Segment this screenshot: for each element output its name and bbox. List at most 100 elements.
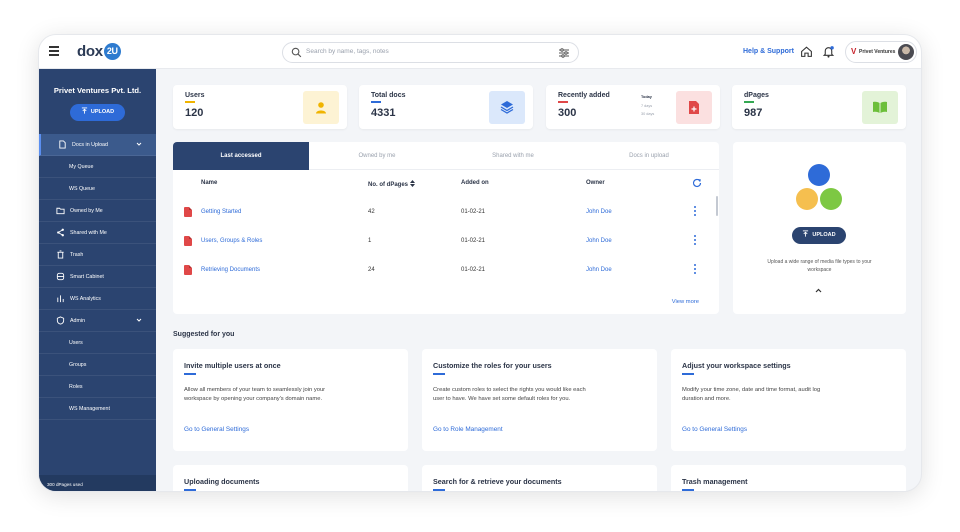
menu-icon[interactable]	[49, 46, 59, 56]
stat-value: 4331	[371, 107, 396, 119]
upload-button[interactable]: UPLOAD	[792, 227, 846, 244]
more-options-icon[interactable]	[694, 206, 697, 218]
pdf-file-icon	[184, 265, 192, 275]
suggestion-title: Uploading documents	[184, 477, 260, 486]
stat-label: Recently added	[558, 92, 610, 99]
refresh-icon[interactable]	[692, 178, 702, 188]
sidebar-item-roles[interactable]: Roles	[39, 376, 156, 398]
filter-icon[interactable]	[558, 47, 570, 59]
column-header-owner[interactable]: Owner	[586, 180, 605, 186]
tab-last-accessed[interactable]: Last accessed	[173, 142, 309, 170]
sidebar-item-ws-management[interactable]: WS Management	[39, 398, 156, 420]
suggestion-underline	[184, 489, 196, 491]
sort-icon[interactable]	[410, 180, 416, 187]
table-row[interactable]: Retrieving Documents 24 01-02-21 John Do…	[173, 256, 719, 285]
suggestion-title: Adjust your workspace settings	[682, 361, 791, 370]
period-today[interactable]: Today	[641, 95, 652, 99]
stat-value: 987	[744, 107, 763, 119]
stat-card-dpages[interactable]: dPages 987	[732, 85, 906, 129]
column-header-added-on[interactable]: Added on	[461, 180, 489, 186]
stat-card-total-docs[interactable]: Total docs 4331	[359, 85, 533, 129]
document-name-link[interactable]: Retrieving Documents	[201, 267, 260, 273]
upload-button-label: UPLOAD	[812, 232, 836, 238]
stat-card-users[interactable]: Users 120	[173, 85, 347, 129]
sidebar-item-admin[interactable]: Admin	[39, 310, 156, 332]
sidebar-item-owned-by-me[interactable]: Owned by Me	[39, 200, 156, 222]
sidebar-item-my-queue[interactable]: My Queue	[39, 156, 156, 178]
bell-icon[interactable]	[822, 45, 835, 58]
sidebar-item-label: Owned by Me	[70, 208, 103, 214]
search-bar[interactable]: Search by name, tags, notes	[282, 42, 579, 63]
tab-owned-by-me[interactable]: Owned by me	[309, 142, 445, 170]
table-row[interactable]: Getting Started 42 01-02-21 John Doe	[173, 198, 719, 227]
suggestion-underline	[433, 489, 445, 491]
column-header-dpages[interactable]: No. of dPages	[368, 180, 416, 188]
sidebar-org-name: Privet Ventures Pvt. Ltd.	[53, 86, 142, 95]
stat-underline	[558, 101, 568, 103]
view-more-link[interactable]: View more	[672, 299, 699, 305]
documents-tabs: Last accessed Owned by me Shared with me…	[173, 142, 719, 170]
suggestion-title: Invite multiple users at once	[184, 361, 281, 370]
home-icon[interactable]	[800, 45, 813, 58]
sidebar-upload-button[interactable]: UPLOAD	[70, 104, 125, 121]
sidebar-item-groups[interactable]: Groups	[39, 354, 156, 376]
period-7-days[interactable]: 7 days	[641, 104, 652, 108]
shield-icon	[56, 316, 65, 325]
media-illustration-yellow	[796, 188, 818, 210]
sidebar-item-ws-analytics[interactable]: WS Analytics	[39, 288, 156, 310]
sidebar-item-label: Docs in Upload	[72, 142, 108, 148]
document-added-on: 01-02-21	[461, 238, 486, 244]
chevron-down-icon[interactable]	[136, 317, 142, 323]
sidebar-item-label: Trash	[70, 252, 84, 258]
sidebar-item-smart-cabinet[interactable]: Smart Cabinet	[39, 266, 156, 288]
sidebar-item-label: WS Management	[69, 406, 110, 412]
document-name-link[interactable]: Users, Groups & Roles	[201, 238, 262, 244]
chevron-down-icon[interactable]	[136, 141, 142, 147]
tab-docs-in-upload[interactable]: Docs in upload	[581, 142, 717, 170]
stat-label: Total docs	[371, 92, 406, 99]
stat-icon-box	[862, 91, 898, 124]
sidebar-item-docs-in-upload[interactable]: Docs in Upload	[39, 134, 156, 156]
column-header-name[interactable]: Name	[201, 180, 217, 186]
suggestion-card-trash-management: Trash management	[671, 465, 906, 491]
org-switcher[interactable]: V Privet Ventures	[845, 41, 917, 63]
document-added-on: 01-02-21	[461, 209, 486, 215]
go-to-role-management-link[interactable]: Go to Role Management	[433, 426, 503, 433]
app-logo[interactable]: dox 2U	[77, 43, 121, 60]
document-dpages: 42	[368, 209, 375, 215]
period-30-days[interactable]: 30 days	[641, 112, 654, 116]
sidebar-item-label: Roles	[69, 384, 83, 390]
stat-card-recently-added[interactable]: Recently added 300 Today 7 days 30 days	[546, 85, 720, 129]
go-to-general-settings-link[interactable]: Go to General Settings	[682, 426, 747, 433]
stat-label: Users	[185, 92, 205, 99]
chevron-up-icon[interactable]	[815, 288, 822, 293]
sidebar-item-trash[interactable]: Trash	[39, 244, 156, 266]
app-window: dox 2U Search by name, tags, notes Help &…	[38, 34, 922, 492]
document-owner-link[interactable]: John Doe	[586, 238, 612, 244]
suggestion-description: Allow all members of your team to seamle…	[184, 387, 326, 402]
avatar[interactable]	[898, 44, 914, 60]
sidebar-item-shared-with-me[interactable]: Shared with Me	[39, 222, 156, 244]
more-options-icon[interactable]	[694, 264, 697, 276]
pdf-file-icon	[184, 236, 192, 246]
sidebar-item-ws-queue[interactable]: WS Queue	[39, 178, 156, 200]
document-name-link[interactable]: Getting Started	[201, 209, 241, 215]
document-icon	[59, 140, 66, 149]
more-options-icon[interactable]	[694, 235, 697, 247]
search-input[interactable]: Search by name, tags, notes	[306, 48, 389, 55]
document-owner-link[interactable]: John Doe	[586, 267, 612, 273]
stat-value: 120	[185, 107, 204, 119]
document-owner-link[interactable]: John Doe	[586, 209, 612, 215]
stat-icon-box	[676, 91, 712, 124]
suggestion-card-search-retrieve: Search for & retrieve your documents	[422, 465, 657, 491]
sidebar-item-users[interactable]: Users	[39, 332, 156, 354]
sidebar-item-label: WS Analytics	[70, 296, 101, 302]
suggestion-card-customize-roles: Customize the roles for your users Creat…	[422, 349, 657, 451]
column-header-label: No. of dPages	[368, 182, 409, 188]
table-scrollbar[interactable]	[716, 196, 718, 216]
tab-shared-with-me[interactable]: Shared with me	[445, 142, 581, 170]
help-support-link[interactable]: Help & Support	[743, 48, 794, 55]
go-to-general-settings-link[interactable]: Go to General Settings	[184, 426, 249, 433]
table-row[interactable]: Users, Groups & Roles 1 01-02-21 John Do…	[173, 227, 719, 256]
document-added-on: 01-02-21	[461, 267, 486, 273]
